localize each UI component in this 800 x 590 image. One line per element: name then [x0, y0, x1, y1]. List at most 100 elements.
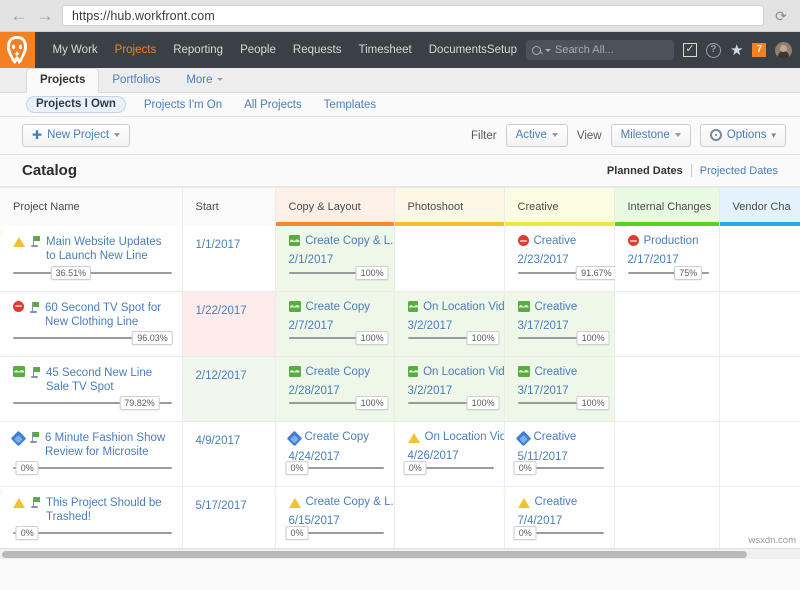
horizontal-scrollbar[interactable] — [0, 548, 800, 559]
nav-link-my-work[interactable]: My Work — [53, 44, 98, 56]
arrow-left-icon[interactable]: ← — [10, 7, 28, 25]
cell-start-date[interactable]: 1/1/2017 — [182, 226, 275, 291]
nav-link-timesheet[interactable]: Timesheet — [358, 44, 411, 56]
table-row[interactable]: This Project Should be Trashed!0%5/17/20… — [0, 486, 800, 551]
new-project-button[interactable]: ✚ New Project — [22, 124, 130, 147]
task-name-link[interactable]: On Location Vid... — [425, 431, 504, 443]
avatar[interactable] — [775, 42, 792, 59]
search-input[interactable]: Search All... — [526, 40, 674, 60]
task-name-link[interactable]: Creative — [534, 431, 577, 443]
tab-more[interactable]: More — [173, 69, 235, 92]
cell-task[interactable] — [719, 356, 800, 421]
table-row[interactable]: 45 Second New Line Sale TV Spot79.82%2/1… — [0, 356, 800, 421]
cell-start-date[interactable]: 4/9/2017 — [182, 421, 275, 486]
lion-logo[interactable] — [0, 32, 35, 68]
options-button[interactable]: Options ▾ — [700, 124, 786, 147]
notification-badge[interactable]: 7 — [752, 43, 766, 57]
table-row[interactable]: Main Website Updates to Launch New Line3… — [0, 226, 800, 291]
col-header-copy-layout[interactable]: Copy & Layout — [275, 188, 394, 226]
cell-project-name[interactable]: This Project Should be Trashed!0% — [0, 486, 182, 551]
cell-task[interactable] — [614, 291, 719, 356]
task-name-link[interactable]: Create Copy — [306, 366, 371, 378]
cell-start-date[interactable]: 1/22/2017 — [182, 291, 275, 356]
checkbox-checked-icon[interactable]: ✓ — [683, 43, 697, 57]
cell-task[interactable]: On Location Vid...3/2/2017100% — [394, 356, 504, 421]
nav-link-documents[interactable]: Documents — [429, 44, 487, 56]
cell-project-name[interactable]: Main Website Updates to Launch New Line3… — [0, 226, 182, 291]
tab-portfolios[interactable]: Portfolios — [99, 69, 173, 92]
col-header-project-name[interactable]: Project Name — [0, 188, 182, 226]
project-name-link[interactable]: This Project Should be Trashed! — [46, 496, 168, 524]
task-name-link[interactable]: Creative — [535, 366, 578, 378]
chevron-down-icon[interactable] — [545, 49, 551, 52]
projected-dates-toggle[interactable]: Projected Dates — [692, 165, 786, 177]
cell-task[interactable]: Create Copy2/7/2017100% — [275, 291, 394, 356]
cell-project-name[interactable]: 60 Second TV Spot for New Clothing Line9… — [0, 291, 182, 356]
task-name-link[interactable]: On Location Vid... — [423, 366, 503, 378]
cell-task[interactable]: On Location Vid...4/26/20170% — [394, 421, 504, 486]
col-header-start[interactable]: Start — [182, 188, 275, 226]
help-question-icon[interactable]: ? — [706, 43, 721, 58]
task-name-link[interactable]: Create Copy — [305, 431, 370, 443]
col-header-internal-changes[interactable]: Internal Changes — [614, 188, 719, 226]
project-name-link[interactable]: 45 Second New Line Sale TV Spot — [46, 366, 168, 394]
task-name-link[interactable]: Production — [644, 235, 699, 247]
cell-task[interactable]: Creative2/23/201791.67% — [504, 226, 614, 291]
task-name-link[interactable]: Create Copy & L.. — [305, 235, 393, 247]
nav-link-people[interactable]: People — [240, 44, 276, 56]
cell-task[interactable]: Create Copy4/24/20170% — [275, 421, 394, 486]
subtab-projects-im-on[interactable]: Projects I'm On — [140, 97, 226, 113]
star-favorite-icon[interactable]: ★ — [730, 43, 743, 58]
table-row[interactable]: 6 Minute Fashion Show Review for Microsi… — [0, 421, 800, 486]
arrow-right-icon[interactable]: → — [36, 7, 54, 25]
cell-task[interactable] — [719, 421, 800, 486]
project-name-link[interactable]: 6 Minute Fashion Show Review for Microsi… — [45, 431, 167, 459]
cell-task[interactable]: Create Copy & L..6/15/20170% — [275, 486, 394, 551]
task-name-link[interactable]: On Location Vid... — [423, 301, 503, 313]
nav-link-projects[interactable]: Projects — [115, 44, 157, 56]
subtab-projects-i-own[interactable]: Projects I Own — [26, 96, 126, 113]
task-date[interactable]: 2/23/2017 — [518, 254, 614, 266]
cell-task[interactable]: On Location Vid...3/2/2017100% — [394, 291, 504, 356]
cell-task[interactable] — [719, 226, 800, 291]
cell-task[interactable] — [394, 226, 504, 291]
filter-dropdown[interactable]: Active — [506, 124, 568, 147]
tab-projects[interactable]: Projects — [26, 68, 99, 93]
cell-task[interactable]: Production2/17/201775% — [614, 226, 719, 291]
project-name-link[interactable]: 60 Second TV Spot for New Clothing Line — [45, 301, 167, 329]
task-date[interactable]: 2/17/2017 — [628, 254, 719, 266]
cell-project-name[interactable]: 6 Minute Fashion Show Review for Microsi… — [0, 421, 182, 486]
nav-link-reporting[interactable]: Reporting — [173, 44, 223, 56]
cell-task[interactable] — [614, 356, 719, 421]
col-header-photoshoot[interactable]: Photoshoot — [394, 188, 504, 226]
task-name-link[interactable]: Create Copy — [306, 301, 371, 313]
nav-link-requests[interactable]: Requests — [293, 44, 342, 56]
cell-task[interactable]: Create Copy & L..2/1/2017100% — [275, 226, 394, 291]
reload-icon[interactable]: ⟳ — [772, 7, 790, 25]
col-header-creative[interactable]: Creative — [504, 188, 614, 226]
url-bar[interactable]: https://hub.workfront.com — [62, 5, 764, 26]
cell-task[interactable]: Create Copy2/28/2017100% — [275, 356, 394, 421]
project-name-link[interactable]: Main Website Updates to Launch New Line — [46, 235, 168, 263]
cell-task[interactable] — [394, 486, 504, 551]
cell-start-date[interactable]: 5/17/2017 — [182, 486, 275, 551]
task-name-link[interactable]: Create Copy & L.. — [306, 496, 394, 508]
cell-task[interactable]: Creative3/17/2017100% — [504, 291, 614, 356]
setup-link[interactable]: Setup — [487, 44, 517, 56]
scrollbar-thumb[interactable] — [2, 551, 747, 558]
cell-task[interactable]: Creative7/4/20170% — [504, 486, 614, 551]
cell-task[interactable]: Creative3/17/2017100% — [504, 356, 614, 421]
cell-task[interactable] — [614, 486, 719, 551]
cell-project-name[interactable]: 45 Second New Line Sale TV Spot79.82% — [0, 356, 182, 421]
view-dropdown[interactable]: Milestone — [611, 124, 691, 147]
col-header-vendor-changes[interactable]: Vendor Cha — [719, 188, 800, 226]
task-name-link[interactable]: Creative — [535, 496, 578, 508]
subtab-all-projects[interactable]: All Projects — [240, 97, 306, 113]
subtab-templates[interactable]: Templates — [320, 97, 380, 113]
table-row[interactable]: 60 Second TV Spot for New Clothing Line9… — [0, 291, 800, 356]
cell-task[interactable] — [719, 291, 800, 356]
planned-dates-toggle[interactable]: Planned Dates — [599, 165, 691, 177]
task-date[interactable]: 2/1/2017 — [289, 254, 394, 266]
cell-task[interactable]: Creative5/11/20170% — [504, 421, 614, 486]
task-name-link[interactable]: Creative — [535, 301, 578, 313]
